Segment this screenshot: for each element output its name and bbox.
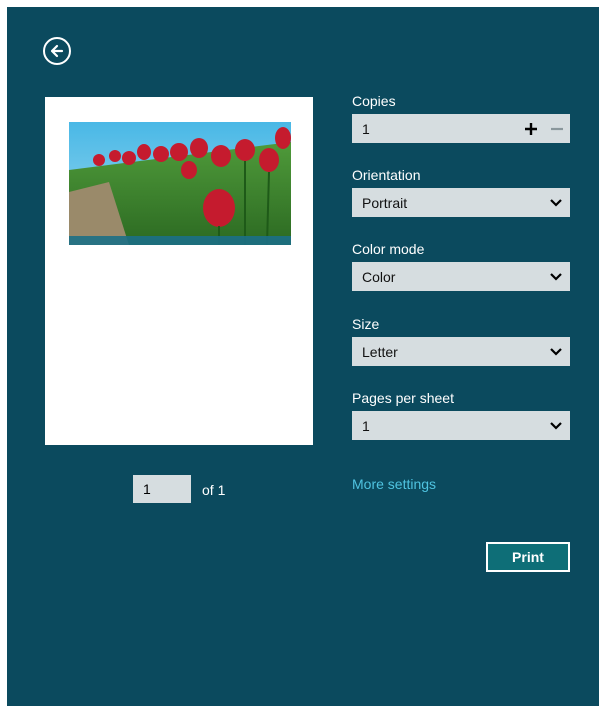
orientation-dropdown[interactable]: Portrait (352, 188, 570, 217)
size-dropdown[interactable]: Letter (352, 337, 570, 366)
orientation-label: Orientation (352, 167, 421, 183)
plus-icon[interactable] (518, 114, 544, 143)
size-label: Size (352, 316, 380, 332)
back-button[interactable] (43, 37, 71, 65)
copies-label: Copies (352, 93, 396, 109)
chevron-down-icon (542, 337, 570, 366)
pages-per-sheet-value: 1 (362, 417, 370, 434)
color-mode-label: Color mode (352, 241, 425, 257)
minus-icon[interactable] (544, 114, 570, 143)
chevron-down-icon (542, 262, 570, 291)
print-button[interactable]: Print (486, 542, 570, 572)
print-preview-page (45, 97, 313, 445)
color-mode-dropdown[interactable]: Color (352, 262, 570, 291)
more-settings-link[interactable]: More settings (352, 476, 436, 492)
orientation-value: Portrait (362, 194, 408, 211)
copies-value[interactable]: 1 (362, 121, 518, 137)
color-mode-value: Color (362, 268, 396, 285)
page-count-label: of 1 (202, 482, 226, 498)
back-arrow-icon (50, 44, 64, 58)
preview-image-thumbnail (69, 122, 291, 245)
chevron-down-icon (542, 188, 570, 217)
chevron-down-icon (542, 411, 570, 440)
pages-per-sheet-dropdown[interactable]: 1 (352, 411, 570, 440)
copies-stepper[interactable]: 1 (352, 114, 570, 143)
size-value: Letter (362, 343, 398, 360)
print-panel: of 1 Copies 1 Orientation Portrait Color… (7, 7, 599, 706)
page-number-input[interactable] (133, 475, 191, 503)
pages-per-sheet-label: Pages per sheet (352, 390, 454, 406)
